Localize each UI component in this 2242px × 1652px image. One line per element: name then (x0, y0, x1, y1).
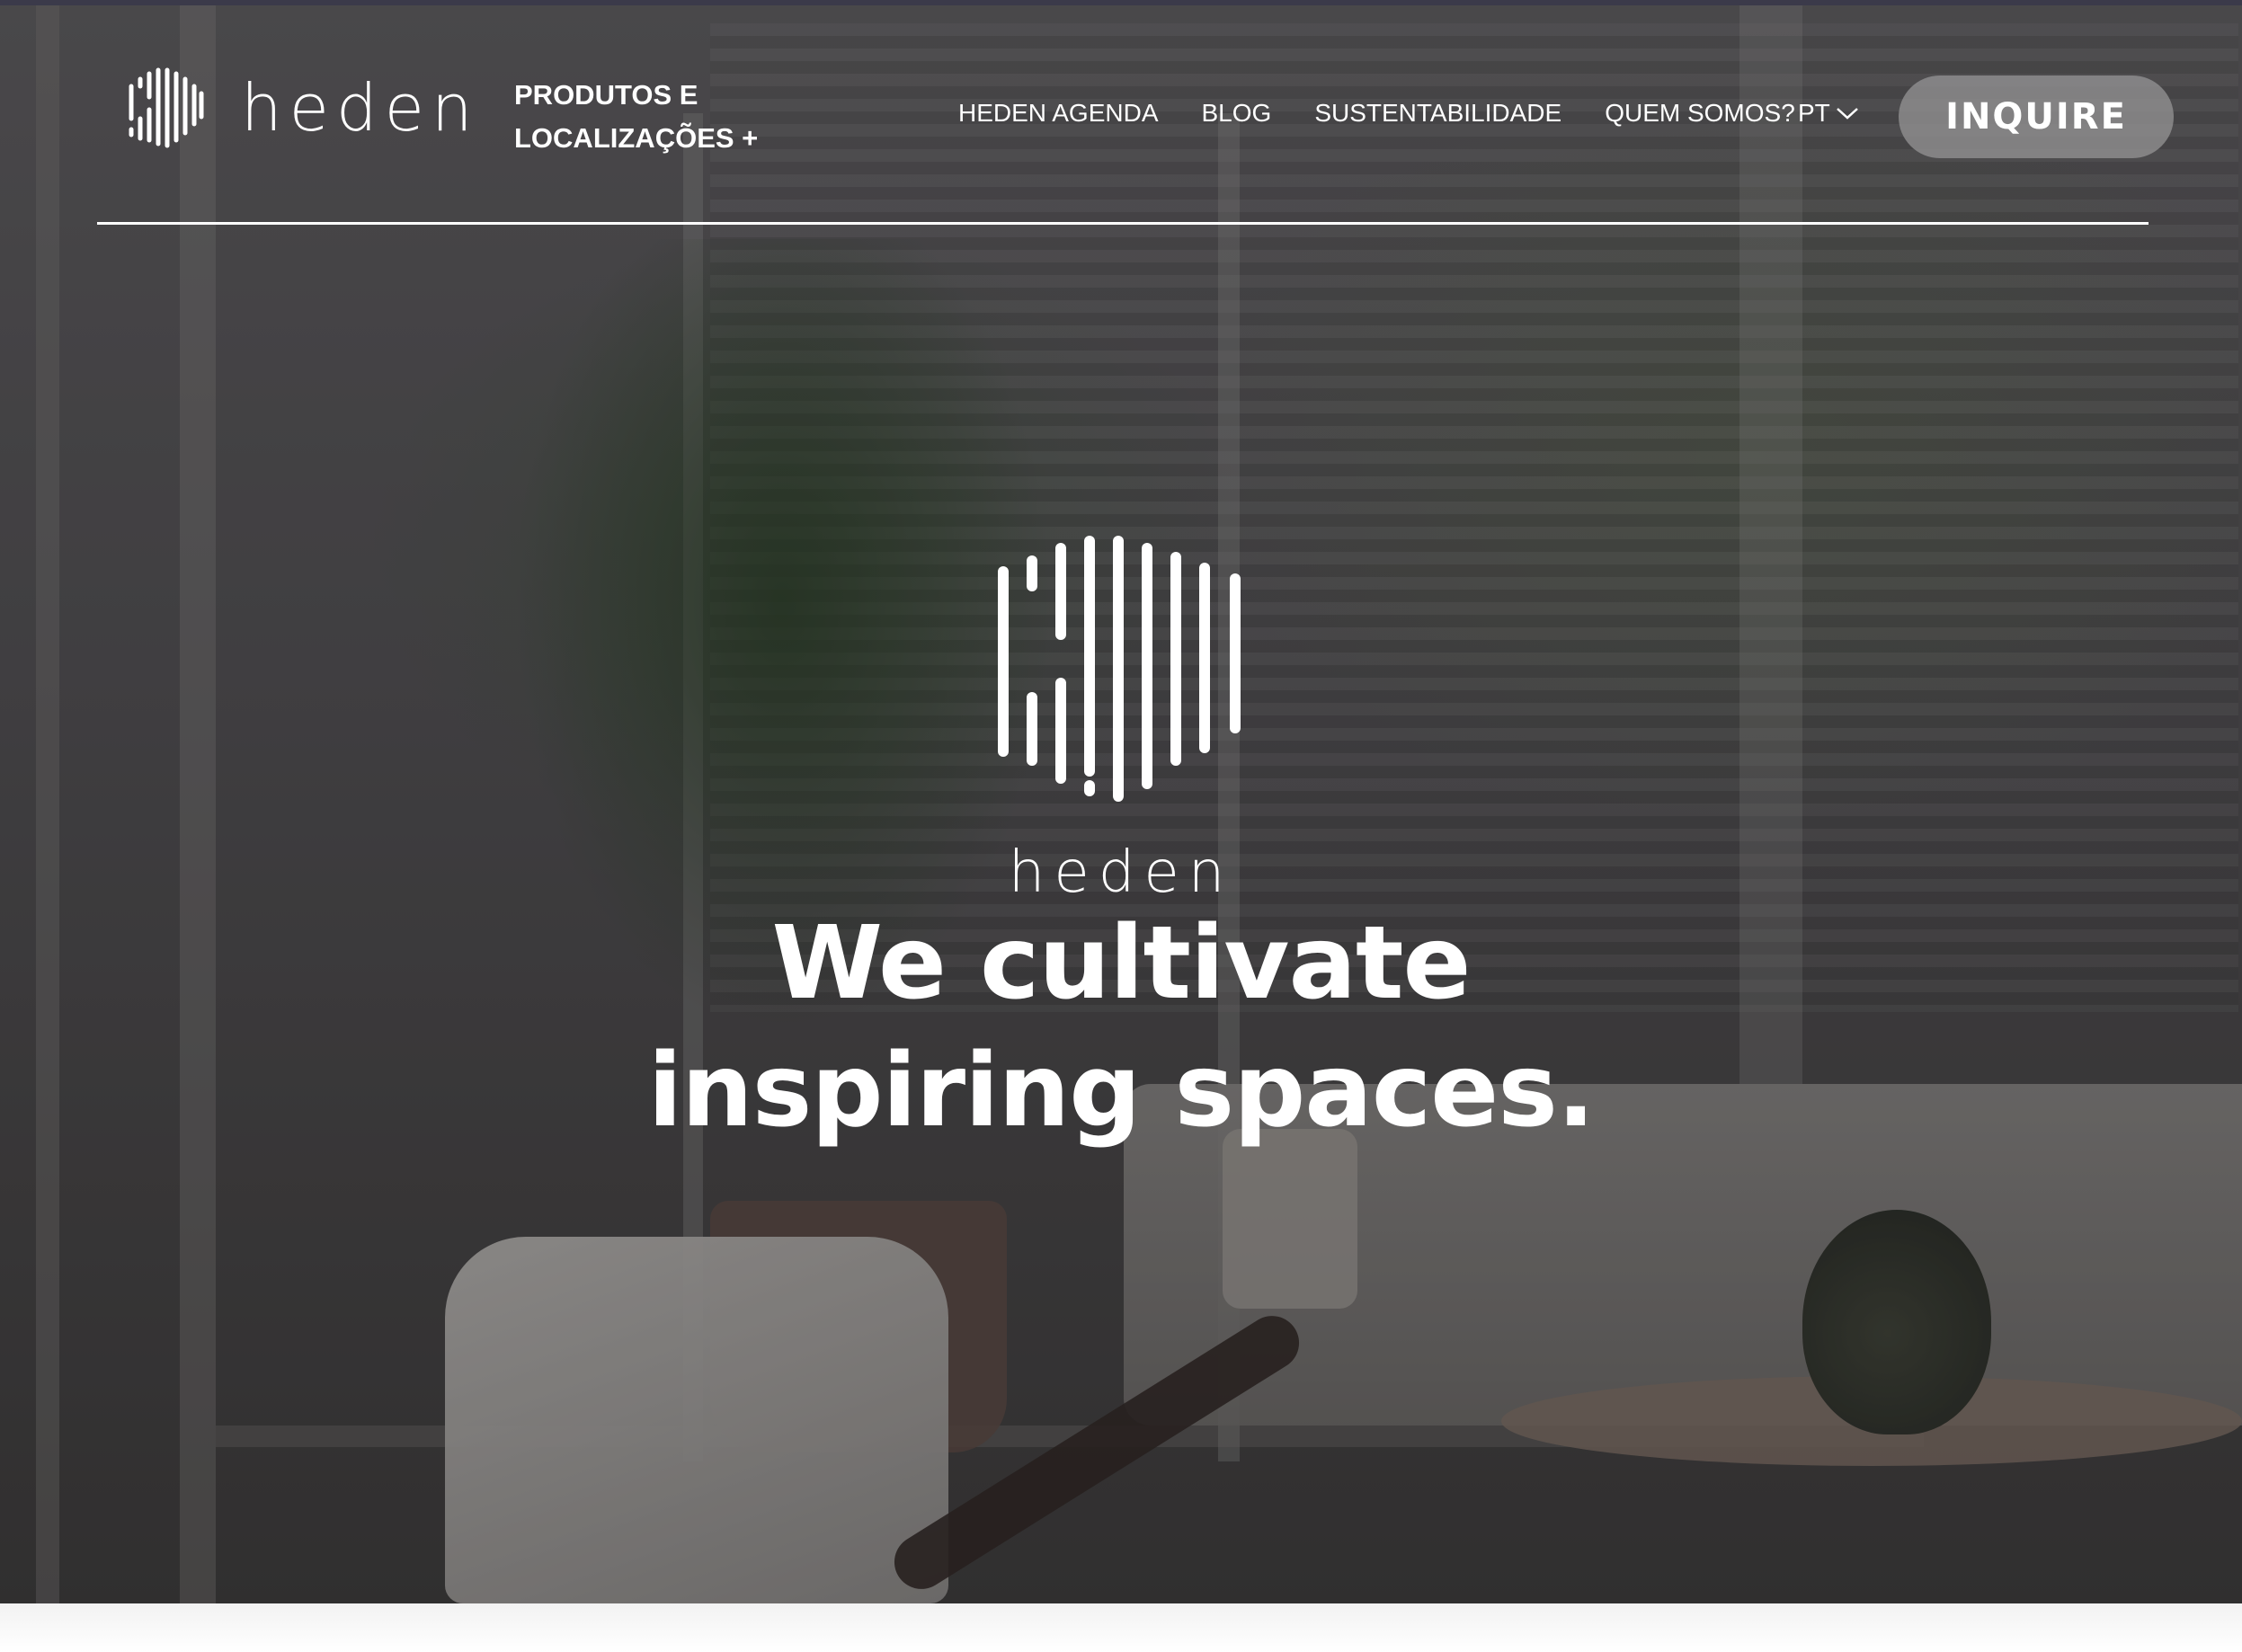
nav-blog[interactable]: BLOG (1202, 99, 1272, 128)
language-label: PT (1798, 99, 1830, 127)
heden-bars-logo-icon (129, 67, 204, 148)
header-divider (97, 222, 2149, 225)
hero-wordmark: heden (1008, 839, 1234, 906)
nav-quem-somos[interactable]: QUEM SOMOS? (1605, 99, 1795, 128)
products-menu-label-line1: PRODUTOS E (514, 79, 698, 111)
chevron-down-icon (1836, 108, 1858, 120)
hero-headline: We cultivate inspiring spaces. (0, 900, 2242, 1155)
nav-heden-agenda[interactable]: HEDEN AGENDA (958, 99, 1159, 128)
page: heden PRODUTOS E LOCALIZAÇÕES + HEDEN AG… (0, 0, 2242, 1652)
brand-wordmark: heden (241, 70, 480, 146)
products-locations-menu[interactable]: PRODUTOS E LOCALIZAÇÕES + (514, 74, 775, 160)
below-fold-section (0, 1603, 2242, 1652)
hero-headline-line1: We cultivate (771, 905, 1471, 1022)
hero-headline-line2: inspiring spaces. (647, 1033, 1596, 1150)
hero-section: heden PRODUTOS E LOCALIZAÇÕES + HEDEN AG… (0, 5, 2242, 1603)
heden-bars-logo-icon (998, 536, 1241, 802)
inquire-button[interactable]: INQUIRE (1899, 75, 2174, 158)
products-menu-label-line2: LOCALIZAÇÕES + (514, 122, 759, 154)
brand-logo[interactable]: heden (128, 67, 480, 149)
nav-sustentabilidade[interactable]: SUSTENTABILIDADE (1314, 99, 1561, 128)
main-nav: HEDEN AGENDA BLOG SUSTENTABILIDADE QUEM … (958, 99, 1838, 128)
language-selector[interactable]: PT (1798, 99, 1859, 128)
